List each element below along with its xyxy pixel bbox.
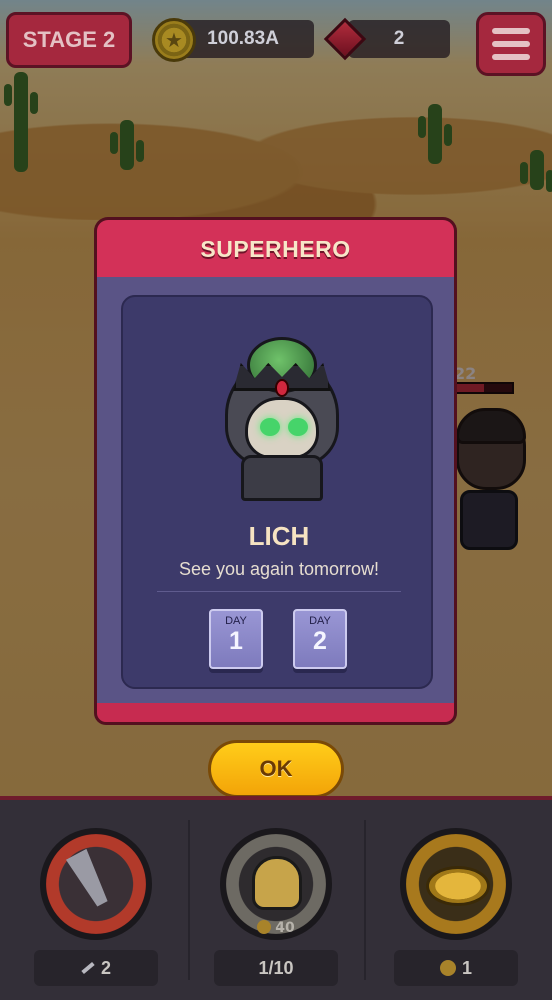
hero-portrait-icon <box>252 856 302 910</box>
ok-button[interactable]: OK <box>208 740 344 798</box>
day-card-1: DAY 1 <box>209 609 263 669</box>
hamburger-icon-line <box>492 41 530 47</box>
lich-crown-gem <box>275 379 289 397</box>
day-number: 2 <box>313 627 327 655</box>
hero-cost: 40 <box>188 920 364 936</box>
lich-skull <box>245 397 319 459</box>
hamburger-icon-line <box>492 54 530 60</box>
stage-button[interactable]: STAGE 2 <box>6 12 132 68</box>
hero-count: 1/10 <box>214 950 338 986</box>
coin-icon: ★ <box>152 18 196 62</box>
hero-count-value: 1/10 <box>258 957 294 978</box>
day-number: 1 <box>229 627 243 655</box>
weapon-level: 2 <box>34 950 158 986</box>
day-label: DAY <box>225 615 247 627</box>
weapon-slot[interactable]: 2 <box>8 820 184 1000</box>
menu-button[interactable] <box>476 12 546 76</box>
coin-stack-icon <box>426 866 490 906</box>
hero-slot[interactable]: 40 1/10 <box>188 820 364 1000</box>
gold-level-value: 1 <box>461 957 472 978</box>
popup-header: SUPERHERO <box>94 217 457 279</box>
sword-icon <box>81 961 95 975</box>
lich-portrait <box>215 337 349 507</box>
gold-slot[interactable]: 1 <box>368 820 544 1000</box>
lich-robe <box>241 455 323 501</box>
hamburger-icon-line <box>492 28 530 34</box>
lich-eye <box>288 418 308 436</box>
hero-panel: LICH See you again tomorrow! DAY 1 DAY 2 <box>121 295 433 689</box>
superhero-popup: SUPERHERO LICH See you again tomorrow! D… <box>94 217 457 725</box>
hero-name: LICH <box>248 521 310 551</box>
gold-level: 1 <box>394 950 518 986</box>
slot-separator <box>364 820 366 980</box>
coin-icon <box>439 960 456 976</box>
popup-footer <box>94 703 457 725</box>
coin-icon <box>257 920 272 934</box>
divider <box>157 591 401 592</box>
day-label: DAY <box>309 615 331 627</box>
hero-cost-value: 40 <box>275 920 295 936</box>
popup-title: SUPERHERO <box>200 236 351 262</box>
hero-message: See you again tomorrow! <box>178 559 380 579</box>
popup-body: LICH See you again tomorrow! DAY 1 DAY 2 <box>94 277 457 705</box>
weapon-level-value: 2 <box>100 957 111 978</box>
day-card-2: DAY 2 <box>293 609 347 669</box>
lich-eye <box>260 418 280 436</box>
